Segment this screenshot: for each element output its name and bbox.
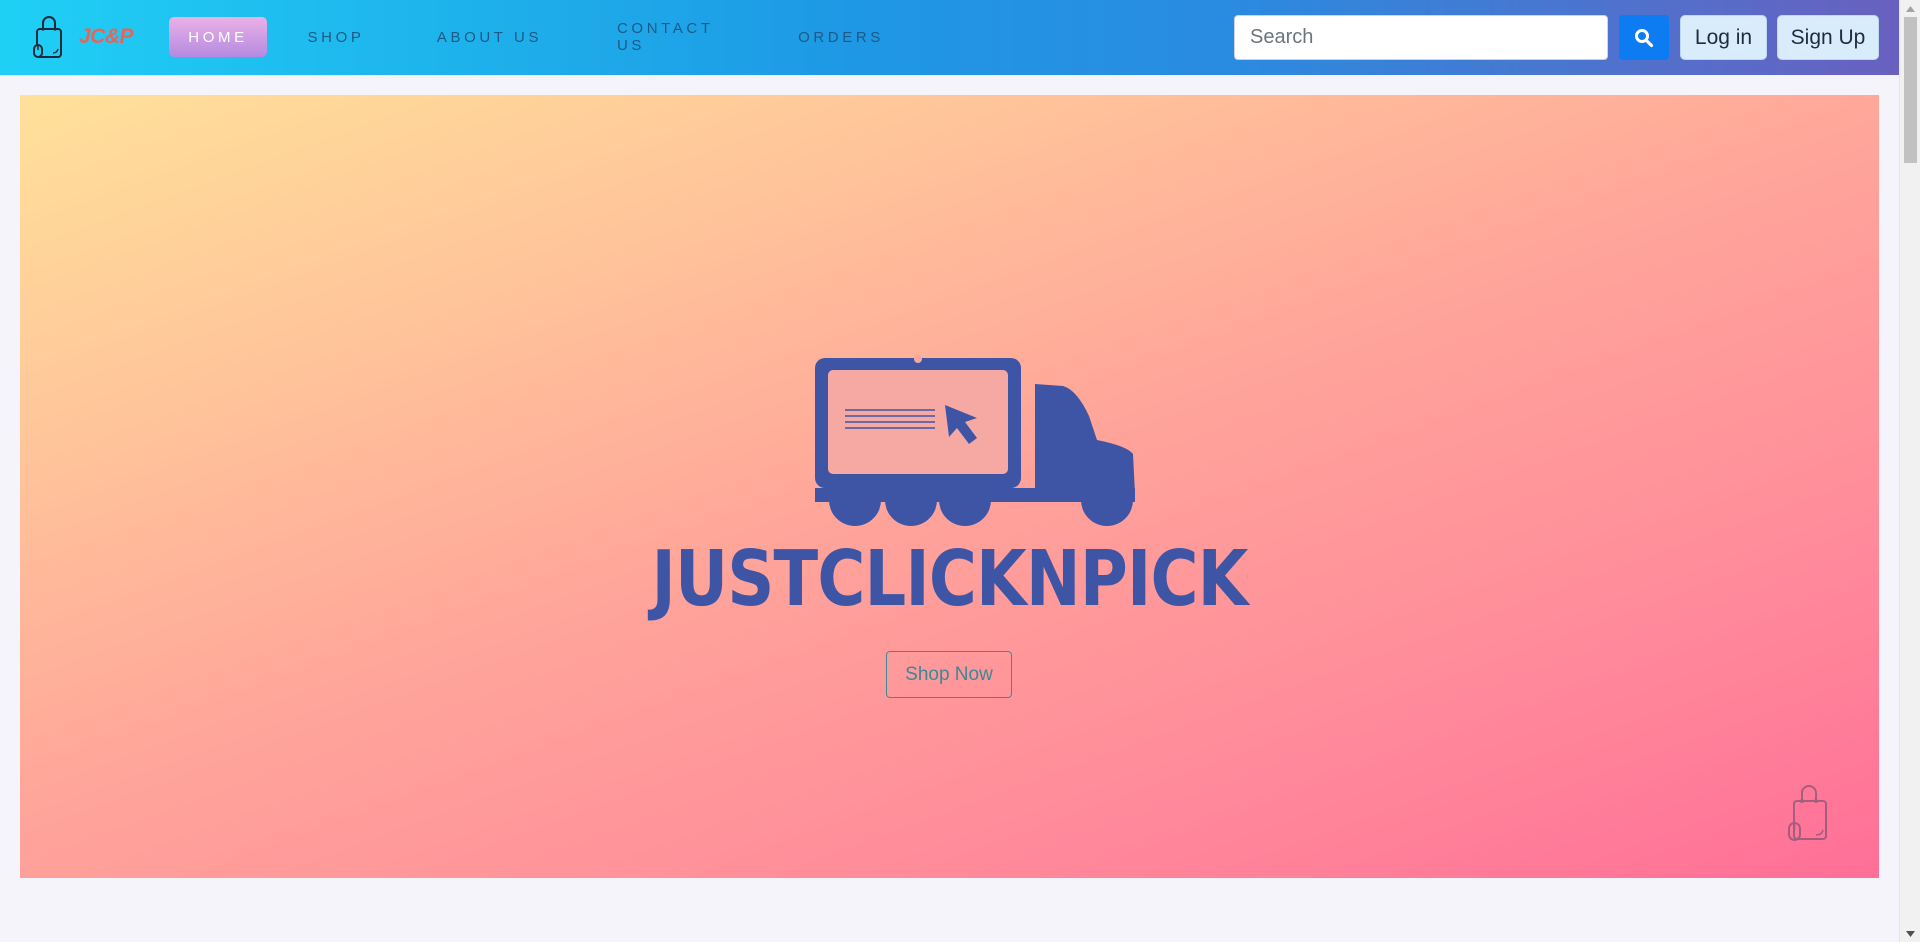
nav-about-us[interactable]: ABOUT US xyxy=(424,17,555,57)
scroll-thumb[interactable] xyxy=(1904,17,1917,163)
shopping-bag-icon xyxy=(33,16,62,58)
shopping-bag-icon xyxy=(1788,785,1827,841)
login-button[interactable]: Log in xyxy=(1680,15,1767,60)
nav-home[interactable]: HOME xyxy=(169,17,267,57)
hero-banner: JUSTCLICKNPICK Shop Now xyxy=(20,95,1879,878)
nav-contact-us[interactable]: CONTACT US xyxy=(617,17,741,57)
hero-logo-text: JUSTCLICKNPICK xyxy=(651,535,1248,624)
search-input[interactable] xyxy=(1234,15,1608,60)
signup-button[interactable]: Sign Up xyxy=(1777,15,1879,60)
shop-now-button[interactable]: Shop Now xyxy=(886,651,1012,698)
delivery-truck-laptop-icon xyxy=(815,355,1135,526)
scroll-down-arrow-icon[interactable] xyxy=(1900,925,1920,942)
search-button[interactable] xyxy=(1619,15,1669,60)
top-navbar: JC&P HOME SHOP ABOUT US CONTACT US ORDER… xyxy=(0,0,1899,75)
nav-orders[interactable]: ORDERS xyxy=(798,17,880,57)
main-nav: HOME SHOP ABOUT US CONTACT US ORDERS xyxy=(169,17,880,57)
scroll-up-arrow-icon[interactable] xyxy=(1900,0,1920,17)
nav-shop[interactable]: SHOP xyxy=(307,17,365,57)
brand[interactable]: JC&P xyxy=(33,15,134,59)
page-scrollbar[interactable] xyxy=(1899,0,1920,942)
brand-name: JC&P xyxy=(79,25,134,48)
search-icon xyxy=(1635,28,1654,47)
